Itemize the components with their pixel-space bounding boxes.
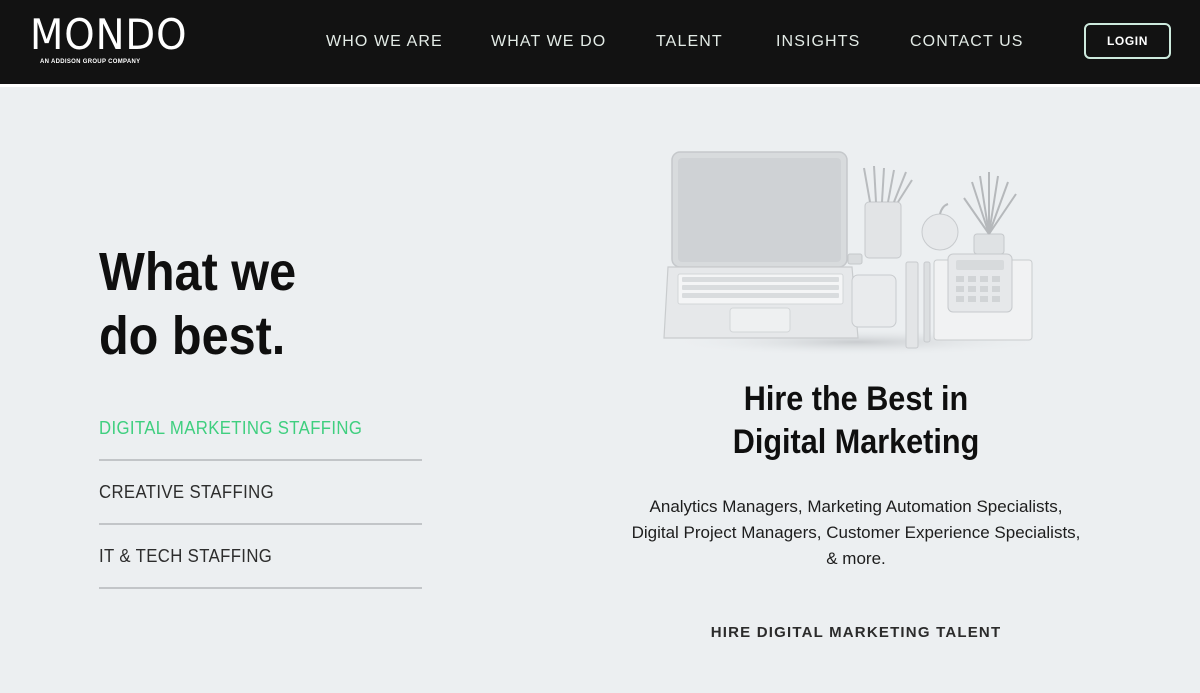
service-item-label: CREATIVE STAFFING	[99, 481, 274, 502]
nav-talent[interactable]: TALENT	[656, 33, 723, 51]
service-item-creative[interactable]: CREATIVE STAFFING	[99, 461, 422, 525]
calculator-illustration	[947, 253, 1013, 313]
phone-illustration	[851, 274, 897, 328]
mondo-logo[interactable]: MONDO AN ADDISON GROUP COMPANY	[30, 10, 201, 66]
nav-what-we-do[interactable]: WHAT WE DO	[491, 33, 606, 51]
pencil-cup-illustration	[863, 165, 913, 259]
service-item-label: IT & TECH STAFFING	[99, 545, 273, 566]
header-divider	[0, 84, 1200, 87]
service-list: DIGITAL MARKETING STAFFING CREATIVE STAF…	[99, 398, 422, 589]
eraser-illustration	[847, 253, 863, 265]
apple-illustration	[921, 203, 959, 251]
laptop-illustration	[663, 151, 859, 339]
nav-contact-us[interactable]: CONTACT US	[910, 33, 1024, 51]
feature-description-line-1: Analytics Managers, Marketing Automation…	[649, 497, 1063, 516]
feature-title-line-2: Digital Marketing	[732, 423, 980, 461]
workspace-illustration	[663, 151, 1047, 356]
logo-tagline: AN ADDISON GROUP COMPANY	[40, 59, 141, 65]
page-headline: What we do best.	[99, 240, 296, 368]
headline-line-2: do best.	[99, 306, 286, 366]
feature-title: Hire the Best in Digital Marketing	[640, 378, 1072, 464]
hire-talent-link[interactable]: HIRE DIGITAL MARKETING TALENT	[640, 624, 1072, 641]
feature-title-line-1: Hire the Best in	[743, 380, 969, 418]
plant-illustration	[963, 172, 1017, 255]
site-header: MONDO AN ADDISON GROUP COMPANY WHO WE AR…	[0, 0, 1200, 84]
service-item-label: DIGITAL MARKETING STAFFING	[99, 418, 363, 438]
login-button[interactable]: LOGIN	[1084, 23, 1171, 59]
service-item-it-tech[interactable]: IT & TECH STAFFING	[99, 525, 422, 589]
nav-who-we-are[interactable]: WHO WE ARE	[326, 33, 443, 51]
headline-line-1: What we	[99, 242, 297, 302]
feature-description: Analytics Managers, Marketing Automation…	[596, 494, 1116, 572]
ruler-illustration	[905, 261, 931, 349]
service-item-digital-marketing[interactable]: DIGITAL MARKETING STAFFING	[99, 398, 422, 461]
logo-wordmark: MONDO	[30, 10, 188, 59]
feature-description-line-3: & more.	[826, 549, 886, 568]
feature-description-line-2: Digital Project Managers, Customer Exper…	[631, 523, 1081, 542]
nav-insights[interactable]: INSIGHTS	[776, 33, 860, 51]
